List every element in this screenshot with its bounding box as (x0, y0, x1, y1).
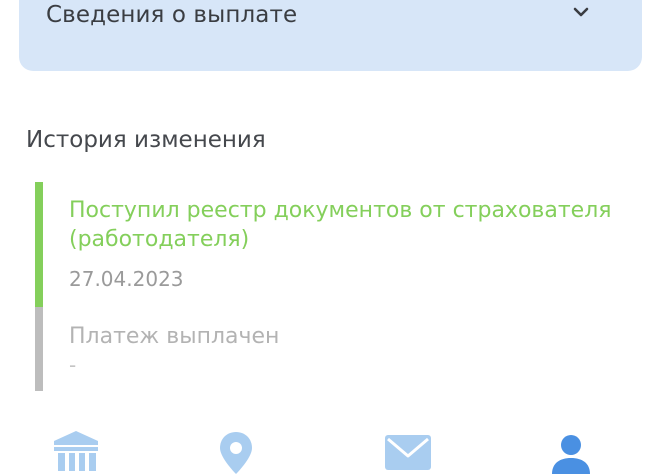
tab-bank[interactable] (52, 430, 112, 476)
page: Сведения о выплате История изменения Пос… (0, 0, 660, 476)
chevron-down-icon[interactable] (571, 2, 591, 22)
timeline-bar-pending (35, 307, 43, 391)
payout-details-title: Сведения о выплате (46, 2, 298, 28)
history-heading: История изменения (26, 127, 266, 153)
history-event-date: 27.04.2023 (69, 267, 184, 291)
profile-icon (552, 435, 590, 474)
history-event-date: - (69, 353, 77, 377)
history-timeline: Поступил реестр документов от страховате… (35, 182, 645, 392)
bank-icon (54, 431, 98, 471)
bottom-tab-bar (0, 420, 660, 476)
history-event: Платеж выплачен - (69, 322, 639, 377)
history-event-title: Поступил реестр документов от страховате… (69, 198, 612, 252)
mail-icon (385, 435, 431, 470)
tab-location[interactable] (218, 430, 278, 476)
payout-details-accordion[interactable]: Сведения о выплате (19, 0, 642, 71)
history-event: Поступил реестр документов от страховате… (69, 196, 639, 291)
tab-profile[interactable] (549, 430, 609, 476)
location-pin-icon (220, 432, 252, 474)
tab-mail[interactable] (383, 430, 443, 476)
timeline-bar-completed (35, 182, 43, 307)
history-event-title: Платеж выплачен (69, 324, 280, 349)
